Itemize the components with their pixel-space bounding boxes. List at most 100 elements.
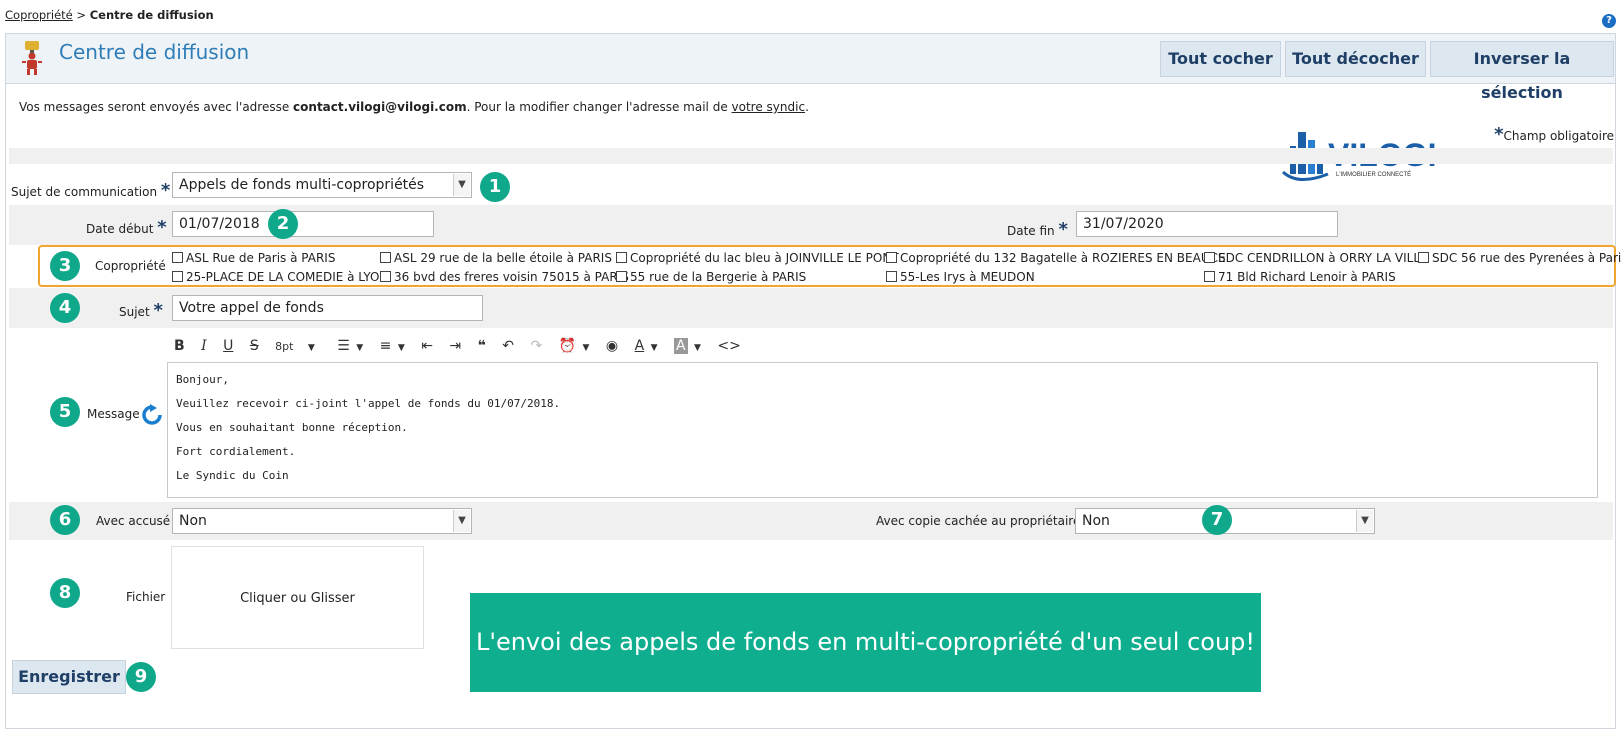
copropriete-checkbox[interactable]: 36 bvd des freres voisin 75015 à PARIS bbox=[380, 270, 629, 284]
help-icon[interactable]: ? bbox=[1602, 14, 1616, 28]
outdent-icon[interactable]: ⇤ bbox=[421, 338, 433, 354]
step-badge-1: 1 bbox=[480, 172, 510, 202]
subject-comm-value: Appels de fonds multi-copropriétés bbox=[179, 177, 425, 193]
checkbox-icon[interactable] bbox=[1204, 252, 1215, 263]
checkbox-icon[interactable] bbox=[380, 271, 391, 282]
message-line: Bonjour, bbox=[176, 373, 229, 386]
copropriete-name: 55 rue de la Bergerie à PARIS bbox=[630, 270, 807, 284]
underline-icon[interactable]: U bbox=[223, 338, 233, 354]
message-line: Veuillez recevoir ci-joint l'appel de fo… bbox=[176, 397, 561, 410]
copropriete-checkbox[interactable]: ASL Rue de Paris à PARIS bbox=[172, 251, 335, 265]
step-badge-3: 3 bbox=[50, 251, 80, 281]
checkbox-icon[interactable] bbox=[172, 252, 183, 263]
copropriete-checkbox[interactable]: 25-PLACE DE LA COMEDIE à LYON bbox=[172, 270, 388, 284]
copropriete-checkbox[interactable]: Copropriété du 132 Bagatelle à ROZIERES … bbox=[886, 251, 1226, 265]
copropriete-checkbox[interactable]: Copropriété du lac bleu à JOINVILLE LE P… bbox=[616, 251, 899, 265]
required-star: * bbox=[1494, 124, 1504, 145]
chevron-down-icon[interactable]: ▼ bbox=[694, 343, 701, 353]
accuse-select[interactable]: Non ▼ bbox=[172, 508, 472, 534]
required-note-text: Champ obligatoire bbox=[1503, 129, 1615, 143]
background-color-icon[interactable]: A bbox=[674, 338, 688, 354]
copropriete-checkbox[interactable]: SDC 56 rue des Pyrenées à Paris bbox=[1418, 251, 1622, 265]
copropriete-name: 36 bvd des freres voisin 75015 à PARIS bbox=[394, 270, 629, 284]
numbered-list-icon[interactable]: ≡ bbox=[380, 338, 392, 354]
checkbox-icon[interactable] bbox=[886, 271, 897, 282]
copropriete-name: ASL Rue de Paris à PARIS bbox=[186, 251, 336, 265]
redo-icon[interactable]: ↷ bbox=[530, 338, 542, 354]
section-separator bbox=[9, 148, 1613, 164]
uncheck-all-button[interactable]: Tout décocher bbox=[1285, 41, 1426, 77]
strikethrough-icon[interactable]: S bbox=[250, 338, 259, 354]
copropriete-name: 55-Les Irys à MEUDON bbox=[900, 270, 1035, 284]
source-code-icon[interactable]: <> bbox=[717, 338, 740, 354]
file-dropzone[interactable]: Cliquer ou Glisser bbox=[171, 546, 424, 649]
copropriete-name: SDC CENDRILLON à ORRY LA VILLE bbox=[1218, 251, 1428, 265]
bold-icon[interactable]: B bbox=[174, 338, 185, 354]
copie-label: Avec copie cachée au propriétaire bbox=[876, 514, 1081, 528]
font-size-select[interactable]: 8pt bbox=[275, 340, 293, 353]
copropriete-name: Copropriété du lac bleu à JOINVILLE LE P… bbox=[630, 251, 899, 265]
chevron-down-icon: ▼ bbox=[1356, 510, 1373, 532]
quote-icon[interactable]: ❝ bbox=[478, 338, 486, 354]
sujet-input[interactable]: Votre appel de fonds bbox=[172, 295, 483, 321]
copropriete-name: SDC 56 rue des Pyrenées à Paris bbox=[1432, 251, 1622, 265]
step-badge-9: 9 bbox=[126, 662, 156, 692]
required-star: * bbox=[160, 180, 171, 201]
checkbox-icon[interactable] bbox=[616, 252, 627, 263]
info-text: . bbox=[805, 100, 809, 114]
invert-selection-button[interactable]: Inverser la sélection bbox=[1430, 41, 1614, 102]
subject-comm-select[interactable]: Appels de fonds multi-copropriétés ▼ bbox=[172, 172, 472, 198]
check-all-button[interactable]: Tout cocher bbox=[1160, 41, 1281, 77]
breadcrumb-link-copropriete[interactable]: Copropriété bbox=[5, 8, 73, 22]
checkbox-icon[interactable] bbox=[380, 252, 391, 263]
required-star: * bbox=[157, 217, 167, 238]
sujet-label-text: Sujet bbox=[119, 305, 150, 319]
date-start-input[interactable]: 01/07/2018 bbox=[172, 211, 434, 237]
chevron-down-icon[interactable]: ▼ bbox=[398, 343, 405, 353]
undo-icon[interactable]: ↶ bbox=[502, 338, 514, 354]
syndic-link[interactable]: votre syndic bbox=[732, 100, 806, 114]
eye-icon[interactable]: ◉ bbox=[606, 338, 618, 354]
checkbox-icon[interactable] bbox=[1418, 252, 1429, 263]
date-start-label-text: Date début bbox=[86, 222, 154, 236]
copropriete-checkbox[interactable]: 55 rue de la Bergerie à PARIS bbox=[616, 270, 806, 284]
required-star: * bbox=[1058, 219, 1068, 240]
message-line: Fort cordialement. bbox=[176, 445, 296, 458]
step-badge-6: 6 bbox=[50, 505, 80, 535]
sender-email: contact.vilogi@vilogi.com bbox=[293, 100, 467, 114]
copropriete-checkbox[interactable]: ASL 29 rue de la belle étoile à PARIS bbox=[380, 251, 612, 265]
date-end-label-text: Date fin bbox=[1007, 224, 1055, 238]
copie-value: Non bbox=[1082, 513, 1110, 529]
checkbox-icon[interactable] bbox=[616, 271, 627, 282]
editor-toolbar: B I U S 8pt ▼ ☰ ▼ ≡ ▼ ⇤ ⇥ ❝ ↶ ↷ ⏰ ▼ ◉ A … bbox=[174, 338, 753, 358]
checkbox-icon[interactable] bbox=[172, 271, 183, 282]
chevron-down-icon[interactable]: ▼ bbox=[651, 343, 658, 353]
checkbox-icon[interactable] bbox=[886, 252, 897, 263]
broadcast-person-icon bbox=[22, 41, 42, 75]
copropriete-checkbox[interactable]: 71 Bld Richard Lenoir à PARIS bbox=[1204, 270, 1396, 284]
step-badge-7: 7 bbox=[1202, 505, 1232, 535]
date-end-input[interactable]: 31/07/2020 bbox=[1076, 211, 1338, 237]
clock-icon[interactable]: ⏰ bbox=[559, 338, 576, 354]
reload-icon[interactable] bbox=[141, 404, 163, 426]
chevron-down-icon[interactable]: ▼ bbox=[356, 343, 363, 353]
checkbox-icon[interactable] bbox=[1204, 271, 1215, 282]
message-editor[interactable]: Bonjour, Veuillez recevoir ci-joint l'ap… bbox=[167, 362, 1598, 498]
save-button[interactable]: Enregistrer bbox=[12, 660, 126, 694]
bullet-list-icon[interactable]: ☰ bbox=[337, 338, 350, 354]
breadcrumb-separator: > bbox=[76, 8, 87, 22]
copropriete-checkbox[interactable]: 55-Les Irys à MEUDON bbox=[886, 270, 1035, 284]
italic-icon[interactable]: I bbox=[201, 338, 207, 354]
indent-icon[interactable]: ⇥ bbox=[449, 338, 461, 354]
subject-comm-label: Sujet de communication * bbox=[11, 180, 170, 201]
required-star: * bbox=[153, 300, 163, 321]
copropriete-name: 25-PLACE DE LA COMEDIE à LYON bbox=[186, 270, 389, 284]
copropriete-checkbox[interactable]: SDC CENDRILLON à ORRY LA VILLE bbox=[1204, 251, 1428, 265]
message-line: Le Syndic du Coin bbox=[176, 469, 289, 482]
sender-info: Vos messages seront envoyés avec l'adres… bbox=[19, 100, 809, 114]
text-color-icon[interactable]: A bbox=[635, 338, 645, 354]
chevron-down-icon[interactable]: ▼ bbox=[308, 343, 315, 353]
info-text: . Pour la modifier changer l'adresse mai… bbox=[466, 100, 732, 114]
chevron-down-icon[interactable]: ▼ bbox=[583, 343, 590, 353]
copropriete-name: ASL 29 rue de la belle étoile à PARIS bbox=[394, 251, 612, 265]
